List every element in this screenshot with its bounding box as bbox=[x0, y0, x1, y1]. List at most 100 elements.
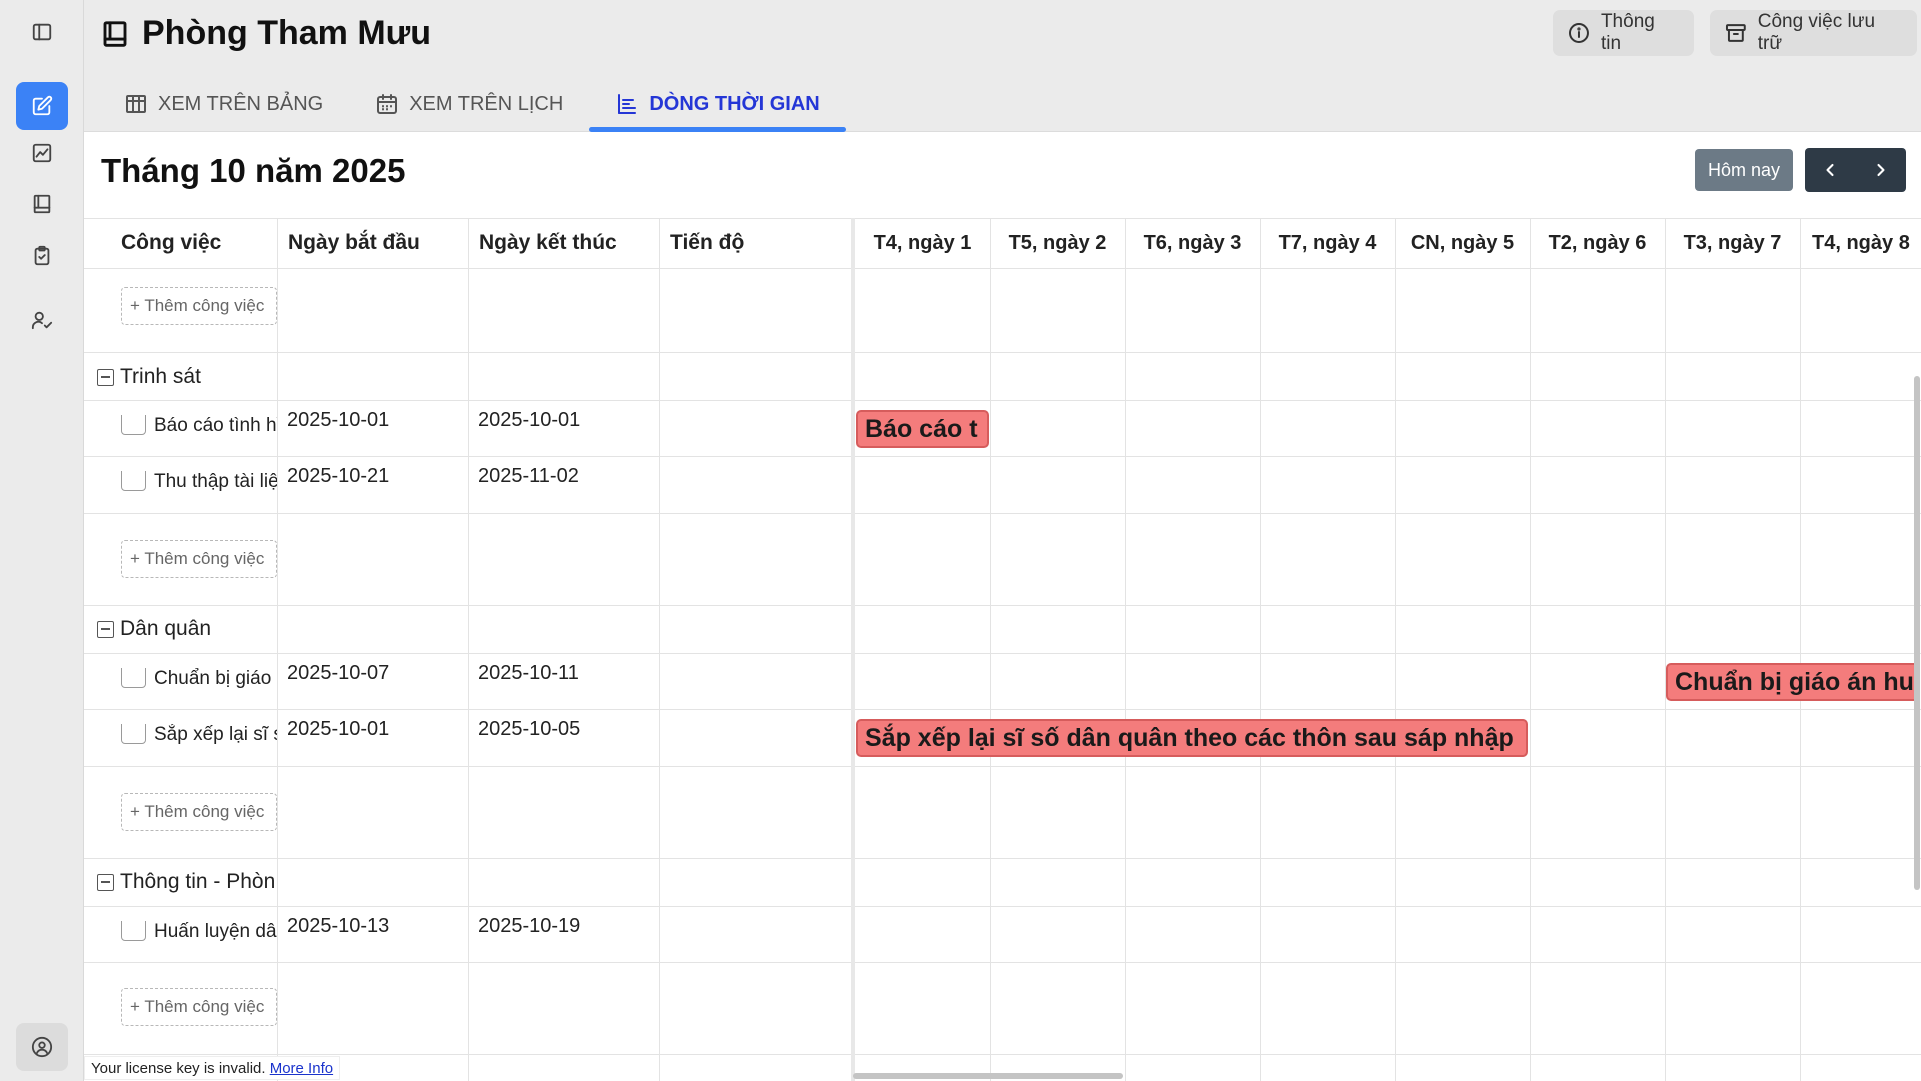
next-button[interactable] bbox=[1856, 148, 1907, 192]
day-header: T2, ngày 6 bbox=[1548, 231, 1647, 254]
task-bar[interactable]: Báo cáo t bbox=[856, 410, 989, 448]
task-checkbox[interactable] bbox=[121, 724, 146, 744]
chart-icon bbox=[32, 143, 52, 163]
row-divider bbox=[84, 962, 1921, 963]
timeline-icon bbox=[618, 94, 637, 114]
col-divider bbox=[659, 218, 660, 1081]
tab-label: XEM TRÊN BẢNG bbox=[158, 92, 324, 115]
collapse-icon[interactable] bbox=[97, 368, 114, 386]
day-divider bbox=[990, 218, 991, 1081]
nav-documents-button[interactable] bbox=[16, 180, 68, 228]
sidebar-toggle-button[interactable] bbox=[16, 8, 68, 56]
day-divider bbox=[1260, 218, 1261, 1081]
collapse-icon[interactable] bbox=[97, 620, 114, 638]
day-header: T4, ngày 8 bbox=[1812, 231, 1910, 254]
task-row[interactable]: Thu thập tài liệu bbox=[121, 471, 277, 493]
day-header: T6, ngày 3 bbox=[1143, 231, 1242, 254]
task-end-date: 2025-10-05 bbox=[478, 718, 581, 740]
timeline-grid: Công việc Ngày bắt đầu Ngày kết thúc Tiế… bbox=[84, 218, 1921, 1081]
task-name: Chuẩn bị giáo án bbox=[154, 668, 277, 689]
day-header: T5, ngày 2 bbox=[1008, 231, 1107, 254]
more-info-link[interactable]: More Info bbox=[270, 1060, 333, 1077]
view-tabs: XEM TRÊN BẢNG XEM TRÊN LỊCH DÒNG THỜI GI… bbox=[98, 76, 847, 132]
calendar-icon bbox=[377, 94, 398, 114]
task-end-date: 2025-11-02 bbox=[478, 465, 579, 487]
row-divider bbox=[84, 653, 1921, 654]
task-bar[interactable]: Chuẩn bị giáo án hu bbox=[1666, 663, 1919, 701]
clipboard-check-icon bbox=[34, 245, 50, 266]
row-divider bbox=[84, 456, 1921, 457]
col-divider bbox=[468, 218, 469, 1081]
task-start-date: 2025-10-21 bbox=[287, 465, 390, 487]
task-row[interactable]: Chuẩn bị giáo án bbox=[121, 668, 277, 690]
app: Phòng Tham Mưu Thông tin Công việc lưu t… bbox=[0, 0, 1921, 1081]
page-header: Phòng Tham Mưu Thông tin Công việc lưu t… bbox=[84, 0, 1921, 132]
column-header-end[interactable]: Ngày kết thúc bbox=[479, 218, 617, 268]
column-header-start[interactable]: Ngày bắt đầu bbox=[288, 218, 420, 268]
tab-label: DÒNG THỜI GIAN bbox=[649, 92, 820, 115]
horizontal-scrollbar[interactable] bbox=[853, 1073, 1123, 1079]
nav-users-button[interactable] bbox=[16, 296, 68, 344]
nav-tasks-button[interactable] bbox=[16, 82, 68, 130]
add-task-button[interactable]: + Thêm công việc bbox=[121, 988, 277, 1026]
task-bar[interactable]: Sắp xếp lại sĩ số dân quân theo các thôn… bbox=[856, 719, 1528, 757]
row-divider bbox=[84, 268, 1921, 269]
group-row[interactable]: Dân quân bbox=[97, 614, 275, 644]
info-button[interactable]: Thông tin bbox=[1553, 10, 1694, 56]
row-divider bbox=[84, 906, 1921, 907]
day-divider bbox=[1125, 218, 1126, 1081]
collapse-icon[interactable] bbox=[97, 873, 114, 891]
nav-checklist-button[interactable] bbox=[16, 232, 68, 280]
day-divider bbox=[1665, 218, 1666, 1081]
vertical-scrollbar[interactable] bbox=[1914, 376, 1920, 890]
group-name: Thông tin - Phòng bbox=[120, 870, 275, 893]
day-header: T4, ngày 1 bbox=[873, 231, 972, 254]
user-circle-icon bbox=[31, 1036, 53, 1058]
pane-splitter[interactable] bbox=[851, 218, 855, 1081]
page-title: Phòng Tham Mưu bbox=[142, 14, 432, 52]
info-button-label: Thông tin bbox=[1600, 11, 1655, 54]
add-task-button[interactable]: + Thêm công việc bbox=[121, 540, 277, 578]
prev-button[interactable] bbox=[1805, 148, 1856, 192]
license-text: Your license key is invalid. bbox=[91, 1060, 266, 1077]
col-divider bbox=[277, 218, 278, 1081]
left-rail bbox=[0, 0, 84, 1081]
chevron-left-icon bbox=[1826, 163, 1834, 177]
tab-timeline-view[interactable]: DÒNG THỜI GIAN bbox=[589, 76, 847, 132]
row-divider bbox=[84, 766, 1921, 767]
day-header: T3, ngày 7 bbox=[1683, 231, 1782, 254]
task-checkbox[interactable] bbox=[121, 471, 146, 491]
user-check-icon bbox=[31, 311, 53, 330]
timeline-content: Tháng 10 năm 2025 Hôm nay Công việc Ngày… bbox=[84, 132, 1921, 1081]
archive-button[interactable]: Công việc lưu trữ bbox=[1710, 10, 1917, 56]
day-header: CN, ngày 5 bbox=[1410, 231, 1515, 254]
tab-table-view[interactable]: XEM TRÊN BẢNG bbox=[98, 76, 349, 132]
task-checkbox[interactable] bbox=[121, 921, 146, 941]
column-header-task[interactable]: Công việc bbox=[121, 218, 221, 268]
add-task-button[interactable]: + Thêm công việc bbox=[121, 287, 277, 325]
task-start-date: 2025-10-01 bbox=[287, 718, 390, 740]
info-icon bbox=[1568, 23, 1589, 43]
column-header-progress[interactable]: Tiến độ bbox=[670, 218, 744, 268]
group-name: Dân quân bbox=[120, 617, 212, 640]
nav-reports-button[interactable] bbox=[16, 129, 68, 177]
task-name: Sắp xếp lại sĩ số bbox=[154, 724, 277, 745]
group-row[interactable]: Thông tin - Phòng bbox=[97, 867, 275, 897]
row-divider bbox=[84, 858, 1921, 859]
tab-calendar-view[interactable]: XEM TRÊN LỊCH bbox=[349, 76, 589, 132]
task-start-date: 2025-10-01 bbox=[287, 409, 390, 431]
account-button[interactable] bbox=[16, 1023, 68, 1071]
chevron-right-icon bbox=[1877, 163, 1885, 177]
task-row[interactable]: Báo cáo tình hình bbox=[121, 415, 277, 437]
group-name: Trinh sát bbox=[120, 365, 201, 388]
today-button[interactable]: Hôm nay bbox=[1695, 149, 1793, 191]
group-row[interactable]: Trinh sát bbox=[97, 362, 275, 392]
add-task-button[interactable]: + Thêm công việc bbox=[121, 793, 277, 831]
task-checkbox[interactable] bbox=[121, 668, 146, 688]
book-icon bbox=[103, 20, 127, 47]
task-row[interactable]: Huấn luyện dân quân bbox=[121, 921, 277, 943]
task-checkbox[interactable] bbox=[121, 415, 146, 435]
day-divider bbox=[1800, 218, 1801, 1081]
row-divider bbox=[84, 352, 1921, 353]
task-row[interactable]: Sắp xếp lại sĩ số bbox=[121, 724, 277, 746]
